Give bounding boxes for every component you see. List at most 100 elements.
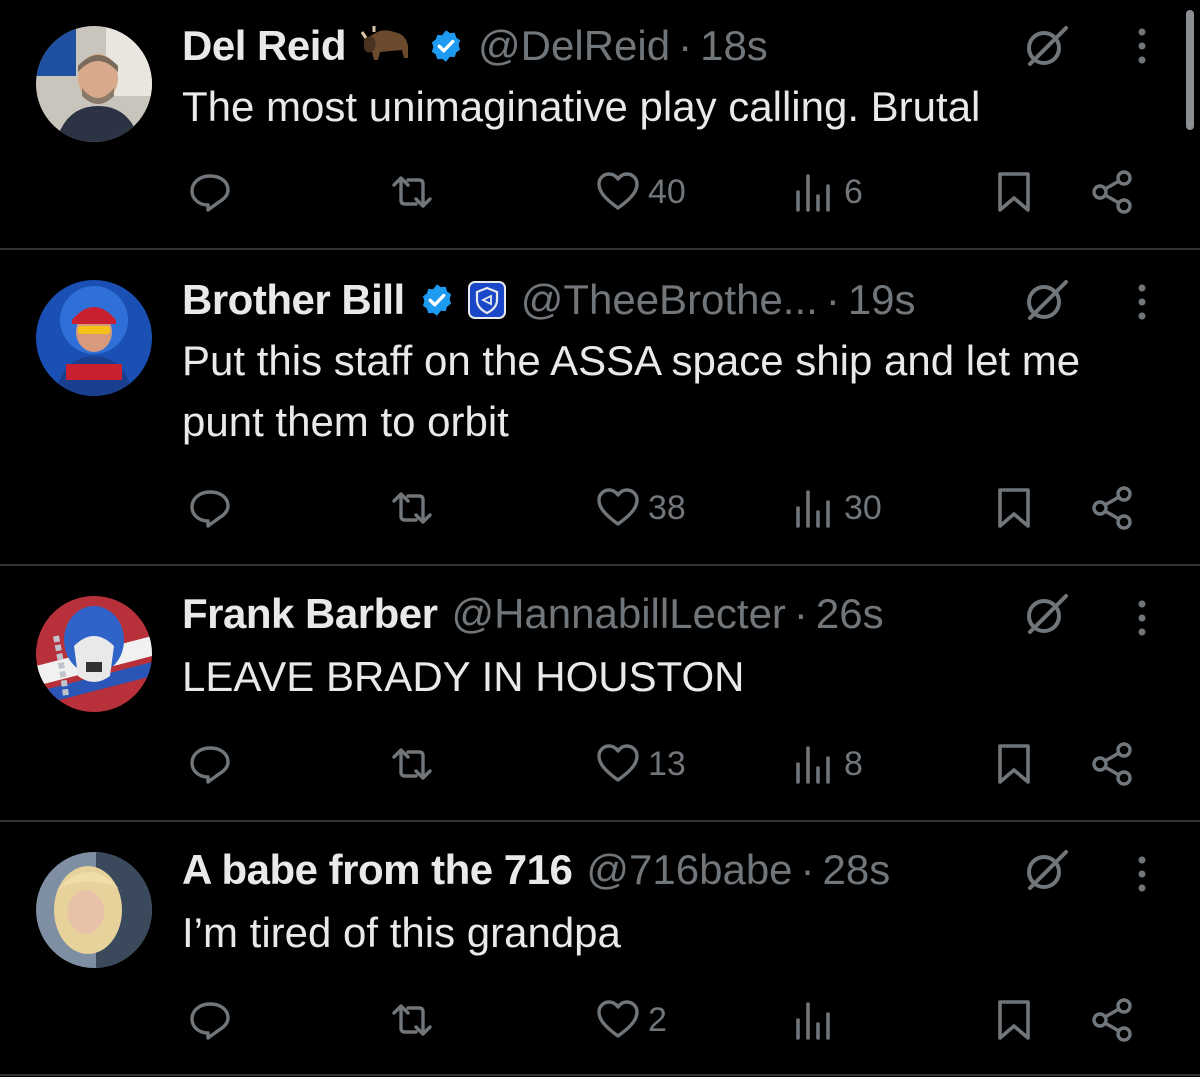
avatar-image: [36, 852, 152, 968]
more-vertical-icon[interactable]: [1122, 18, 1162, 74]
reply-icon: [190, 174, 230, 212]
author-handle[interactable]: @716babe: [586, 842, 792, 898]
reply-button[interactable]: [186, 164, 234, 220]
retweet-icon: [392, 176, 432, 208]
tweet[interactable]: Del Reid @DelReid · 18s The most unimagi…: [0, 0, 1200, 250]
share-icon: [1092, 742, 1132, 786]
retweet-button[interactable]: [388, 480, 436, 536]
reply-button[interactable]: [186, 992, 234, 1048]
like-count: 38: [648, 488, 686, 527]
views-button[interactable]: 30: [790, 480, 882, 536]
views-icon: [796, 490, 830, 528]
author-handle[interactable]: @TheeBrothe...: [521, 272, 818, 328]
views-button[interactable]: 6: [790, 164, 863, 220]
share-button[interactable]: [1088, 164, 1136, 220]
avatar[interactable]: [36, 280, 152, 396]
separator-dot: ·: [825, 276, 840, 323]
share-button[interactable]: [1088, 480, 1136, 536]
retweet-button[interactable]: [388, 736, 436, 792]
views-button[interactable]: [790, 992, 844, 1048]
author-handle[interactable]: @HannabillLecter: [451, 586, 785, 642]
reply-icon: [190, 490, 230, 528]
divider: [0, 1074, 1200, 1076]
timestamp[interactable]: 26s: [816, 586, 884, 642]
tweet[interactable]: Brother Bill @TheeBrothe... · 19s Put th…: [0, 250, 1200, 566]
verified-badge-icon[interactable]: [419, 282, 455, 318]
views-count: 6: [844, 172, 863, 211]
tweet[interactable]: Frank Barber @HannabillLecter · 26s LEAV…: [0, 566, 1200, 822]
avatar[interactable]: [36, 596, 152, 712]
like-count: 13: [648, 744, 686, 783]
grok-icon[interactable]: [1018, 18, 1074, 74]
bookmark-button[interactable]: [990, 992, 1038, 1048]
timestamp[interactable]: 28s: [823, 842, 891, 898]
views-button[interactable]: 8: [790, 736, 863, 792]
bookmark-button[interactable]: [990, 164, 1038, 220]
bookmark-icon: [998, 744, 1030, 784]
reply-button[interactable]: [186, 736, 234, 792]
reply-icon: [190, 746, 230, 784]
like-button[interactable]: 13: [594, 736, 686, 792]
retweet-button[interactable]: [388, 164, 436, 220]
like-button[interactable]: 40: [594, 164, 686, 220]
views-count: 8: [844, 744, 863, 783]
like-count: 2: [648, 1000, 667, 1039]
more-vertical-icon[interactable]: [1122, 590, 1162, 646]
views-icon: [796, 1002, 830, 1040]
heart-icon: [597, 172, 639, 210]
more-vertical-icon[interactable]: [1122, 274, 1162, 330]
tweet-text: LEAVE BRADY IN HOUSTON: [182, 653, 745, 700]
views-icon: [796, 174, 830, 212]
scrollbar[interactable]: [1186, 10, 1194, 130]
author-handle[interactable]: @DelReid: [478, 18, 670, 74]
grok-icon[interactable]: [1018, 842, 1074, 898]
heart-icon: [597, 488, 639, 526]
bookmark-button[interactable]: [990, 480, 1038, 536]
tweet[interactable]: A babe from the 716 @716babe · 28s I’m t…: [0, 822, 1200, 1077]
share-icon: [1092, 998, 1132, 1042]
retweet-icon: [392, 1004, 432, 1036]
bookmark-icon: [998, 1000, 1030, 1040]
separator-dot: ·: [800, 846, 815, 893]
reply-icon: [190, 1002, 230, 1040]
bison-emoji: [360, 24, 414, 68]
separator-dot: ·: [678, 22, 693, 69]
bookmark-icon: [998, 172, 1030, 212]
shield-badge-icon[interactable]: [467, 280, 507, 320]
reply-button[interactable]: [186, 480, 234, 536]
action-bar: 2: [0, 992, 1200, 1048]
retweet-icon: [392, 492, 432, 524]
retweet-icon: [392, 748, 432, 780]
like-count: 40: [648, 172, 686, 211]
more-vertical-icon[interactable]: [1122, 846, 1162, 902]
grok-icon[interactable]: [1018, 272, 1074, 328]
avatar-image: [36, 26, 152, 142]
verified-badge-icon[interactable]: [428, 28, 464, 64]
tweet-text: Put this staff on the ASSA space ship an…: [182, 337, 1081, 445]
author-name[interactable]: A babe from the 716: [182, 842, 573, 898]
timestamp[interactable]: 18s: [700, 18, 768, 74]
share-button[interactable]: [1088, 736, 1136, 792]
author-name[interactable]: Brother Bill: [182, 272, 405, 328]
heart-icon: [597, 1000, 639, 1038]
action-bar: 40 6: [0, 164, 1200, 220]
share-icon: [1092, 170, 1132, 214]
views-icon: [796, 746, 830, 784]
retweet-button[interactable]: [388, 992, 436, 1048]
tweet-text: I’m tired of this grandpa: [182, 909, 621, 956]
action-bar: 38 30: [0, 480, 1200, 536]
author-name[interactable]: Del Reid: [182, 18, 347, 74]
author-name[interactable]: Frank Barber: [182, 586, 438, 642]
bookmark-button[interactable]: [990, 736, 1038, 792]
like-button[interactable]: 38: [594, 480, 686, 536]
avatar[interactable]: [36, 26, 152, 142]
heart-icon: [597, 744, 639, 782]
avatar[interactable]: [36, 852, 152, 968]
like-button[interactable]: 2: [594, 992, 667, 1048]
avatar-image: [36, 280, 152, 396]
timestamp[interactable]: 19s: [848, 272, 916, 328]
action-bar: 13 8: [0, 736, 1200, 792]
avatar-image: [36, 596, 152, 712]
grok-icon[interactable]: [1018, 586, 1074, 642]
share-button[interactable]: [1088, 992, 1136, 1048]
